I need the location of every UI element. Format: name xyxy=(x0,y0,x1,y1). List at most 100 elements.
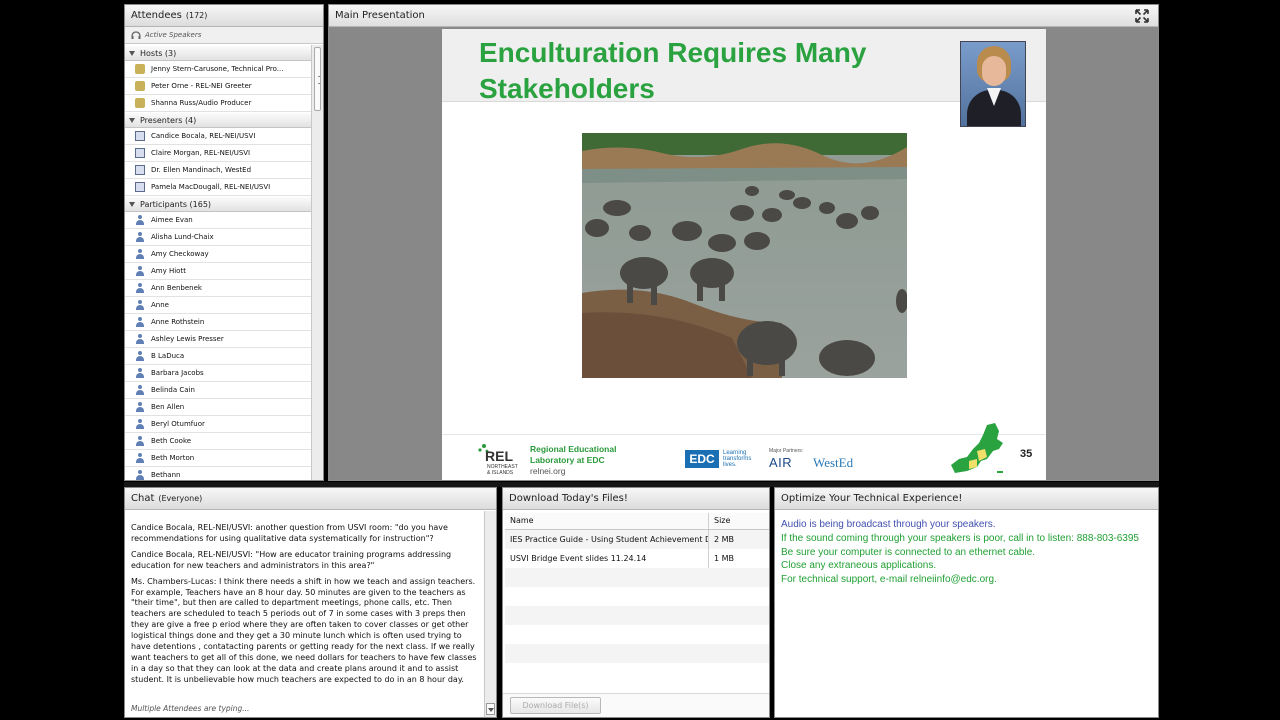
rel-badge-main: REL xyxy=(485,448,513,464)
file-row[interactable]: IES Practice Guide - Using Student Achie… xyxy=(505,530,769,549)
optimize-pod-title: Optimize Your Technical Experience! xyxy=(775,488,1158,510)
attendee-group-header[interactable]: Hosts (3) xyxy=(125,45,312,61)
participant-icon xyxy=(135,232,145,242)
attendee-name: Jenny Stern-Carusone, Technical Pro... xyxy=(151,65,284,73)
chat-messages: Candice Bocala, REL-NEI/USVI: another qu… xyxy=(125,511,485,717)
attendee-row[interactable]: Shanna Russ/Audio Producer xyxy=(125,95,312,112)
rel-url: relnei.org xyxy=(530,466,566,476)
chat-title: Chat xyxy=(131,493,155,504)
empty-row xyxy=(505,644,769,663)
collapse-triangle-icon[interactable] xyxy=(129,118,135,123)
attendee-row[interactable]: Beryl Otumfuor xyxy=(125,416,312,433)
attendee-row[interactable]: Amy Checkoway xyxy=(125,246,312,263)
attendee-name: Ashley Lewis Presser xyxy=(151,335,224,343)
attendee-name: Anne xyxy=(151,301,169,309)
attendee-row[interactable]: Bethann xyxy=(125,467,312,480)
attendee-row[interactable]: Anne xyxy=(125,297,312,314)
typing-indicator: Multiple Attendees are typing... xyxy=(131,704,250,713)
participant-icon xyxy=(135,385,145,395)
download-files-button[interactable]: Download File(s) xyxy=(510,697,601,714)
attendee-group-header[interactable]: Participants (165) xyxy=(125,196,312,212)
attendee-row[interactable]: Candice Bocala, REL-NEI/USVI xyxy=(125,128,312,145)
attendee-name: Ben Allen xyxy=(151,403,185,411)
chat-scrollbar[interactable] xyxy=(484,511,496,717)
participant-icon xyxy=(135,368,145,378)
scrollbar-thumb[interactable] xyxy=(314,47,321,111)
attendees-title: Attendees xyxy=(131,10,182,21)
attendee-name: Barbara Jacobs xyxy=(151,369,204,377)
attendee-row[interactable]: Ann Benbenek xyxy=(125,280,312,297)
attendee-row[interactable]: Peter Orne - REL-NEI Greeter xyxy=(125,78,312,95)
collapse-triangle-icon[interactable] xyxy=(129,202,135,207)
elephants-photo xyxy=(582,133,907,378)
attendee-row[interactable]: Beth Morton xyxy=(125,450,312,467)
column-name[interactable]: Name xyxy=(505,513,709,529)
empty-row xyxy=(505,663,769,682)
file-name: IES Practice Guide - Using Student Achie… xyxy=(505,530,709,549)
participant-icon xyxy=(135,453,145,463)
files-pod: Download Today's Files! Name Size IES Pr… xyxy=(502,487,770,718)
file-size: 2 MB xyxy=(714,535,735,544)
attendees-pod: Attendees (172) Active Speakers Hosts (3)… xyxy=(124,4,324,481)
main-presentation-pod: Main Presentation Enculturation Requires… xyxy=(328,4,1159,481)
attendee-row[interactable]: B LaDuca xyxy=(125,348,312,365)
speaker-icon xyxy=(131,30,141,40)
column-size[interactable]: Size xyxy=(709,513,769,529)
attendee-name: Claire Morgan, REL-NEI/USVI xyxy=(151,149,251,157)
attendee-row[interactable]: Barbara Jacobs xyxy=(125,365,312,382)
participant-icon xyxy=(135,470,145,480)
files-pod-title: Download Today's Files! xyxy=(503,488,769,510)
attendee-row[interactable]: Jenny Stern-Carusone, Technical Pro... xyxy=(125,61,312,78)
optimize-line: Close any extraneous applications. xyxy=(781,560,937,572)
chat-scope[interactable]: (Everyone) xyxy=(158,494,202,503)
attendee-name: Beryl Otumfuor xyxy=(151,420,205,428)
slide-header: Enculturation Requires Many Stakeholders xyxy=(442,29,1046,104)
scroll-down-arrow[interactable] xyxy=(486,703,495,715)
optimize-line: Be sure your computer is connected to an… xyxy=(781,546,1036,558)
attendee-row[interactable]: Dr. Ellen Mandinach, WestEd xyxy=(125,162,312,179)
rel-badge-line3: & ISLANDS xyxy=(487,470,514,476)
attendee-row[interactable]: Ben Allen xyxy=(125,399,312,416)
attendee-row[interactable]: Beth Cooke xyxy=(125,433,312,450)
attendee-row[interactable]: Anne Rothstein xyxy=(125,314,312,331)
file-row[interactable]: USVI Bridge Event slides 11.24.14 1 MB xyxy=(505,549,769,568)
attendee-row[interactable]: Belinda Cain xyxy=(125,382,312,399)
attendee-name: Beth Morton xyxy=(151,454,195,462)
empty-row xyxy=(505,587,769,606)
attendee-name: Alisha Lund-Chaix xyxy=(151,233,214,241)
participant-icon xyxy=(135,300,145,310)
chat-sender: Ms. Chambers-Lucas: xyxy=(131,576,217,586)
participant-icon xyxy=(135,283,145,293)
rel-name-line1: Regional Educational xyxy=(530,444,617,454)
attendee-list-scrollbar[interactable] xyxy=(311,45,323,480)
attendee-row[interactable]: Ashley Lewis Presser xyxy=(125,331,312,348)
active-speakers-bar: Active Speakers xyxy=(125,27,323,44)
group-label: Presenters (4) xyxy=(140,116,197,125)
partners-label: Major Partners: xyxy=(769,448,804,454)
empty-row xyxy=(505,625,769,644)
presenter-headshot xyxy=(960,41,1026,127)
collapse-triangle-icon[interactable] xyxy=(129,51,135,56)
file-table-header: Name Size xyxy=(505,513,769,530)
attendee-group-header[interactable]: Presenters (4) xyxy=(125,112,312,128)
northeast-map-icon xyxy=(951,423,1003,473)
participant-icon xyxy=(135,317,145,327)
attendee-row[interactable]: Pamela MacDougall, REL-NEI/USVI xyxy=(125,179,312,196)
edc-tagline-3: lives. xyxy=(723,462,737,468)
attendee-row[interactable]: Claire Morgan, REL-NEI/USVI xyxy=(125,145,312,162)
presenter-icon xyxy=(135,182,145,192)
chat-sender: Candice Bocala, REL-NEI/USVI: xyxy=(131,549,253,559)
attendee-name: B LaDuca xyxy=(151,352,185,360)
presenter-icon xyxy=(135,148,145,158)
files-footer: Download File(s) xyxy=(503,693,769,717)
attendee-list[interactable]: Hosts (3) Jenny Stern-Carusone, Technical… xyxy=(125,45,312,480)
fullscreen-icon[interactable] xyxy=(1135,9,1149,23)
optimize-notes: Audio is being broadcast through your sp… xyxy=(781,518,1150,587)
attendee-row[interactable]: Aimee Evan xyxy=(125,212,312,229)
attendee-row[interactable]: Amy Hiott xyxy=(125,263,312,280)
attendee-name: Aimee Evan xyxy=(151,216,193,224)
attendee-row[interactable]: Alisha Lund-Chaix xyxy=(125,229,312,246)
attendees-count: (172) xyxy=(185,11,208,20)
wested-logo: WestEd xyxy=(813,455,854,470)
attendee-name: Bethann xyxy=(151,471,181,479)
